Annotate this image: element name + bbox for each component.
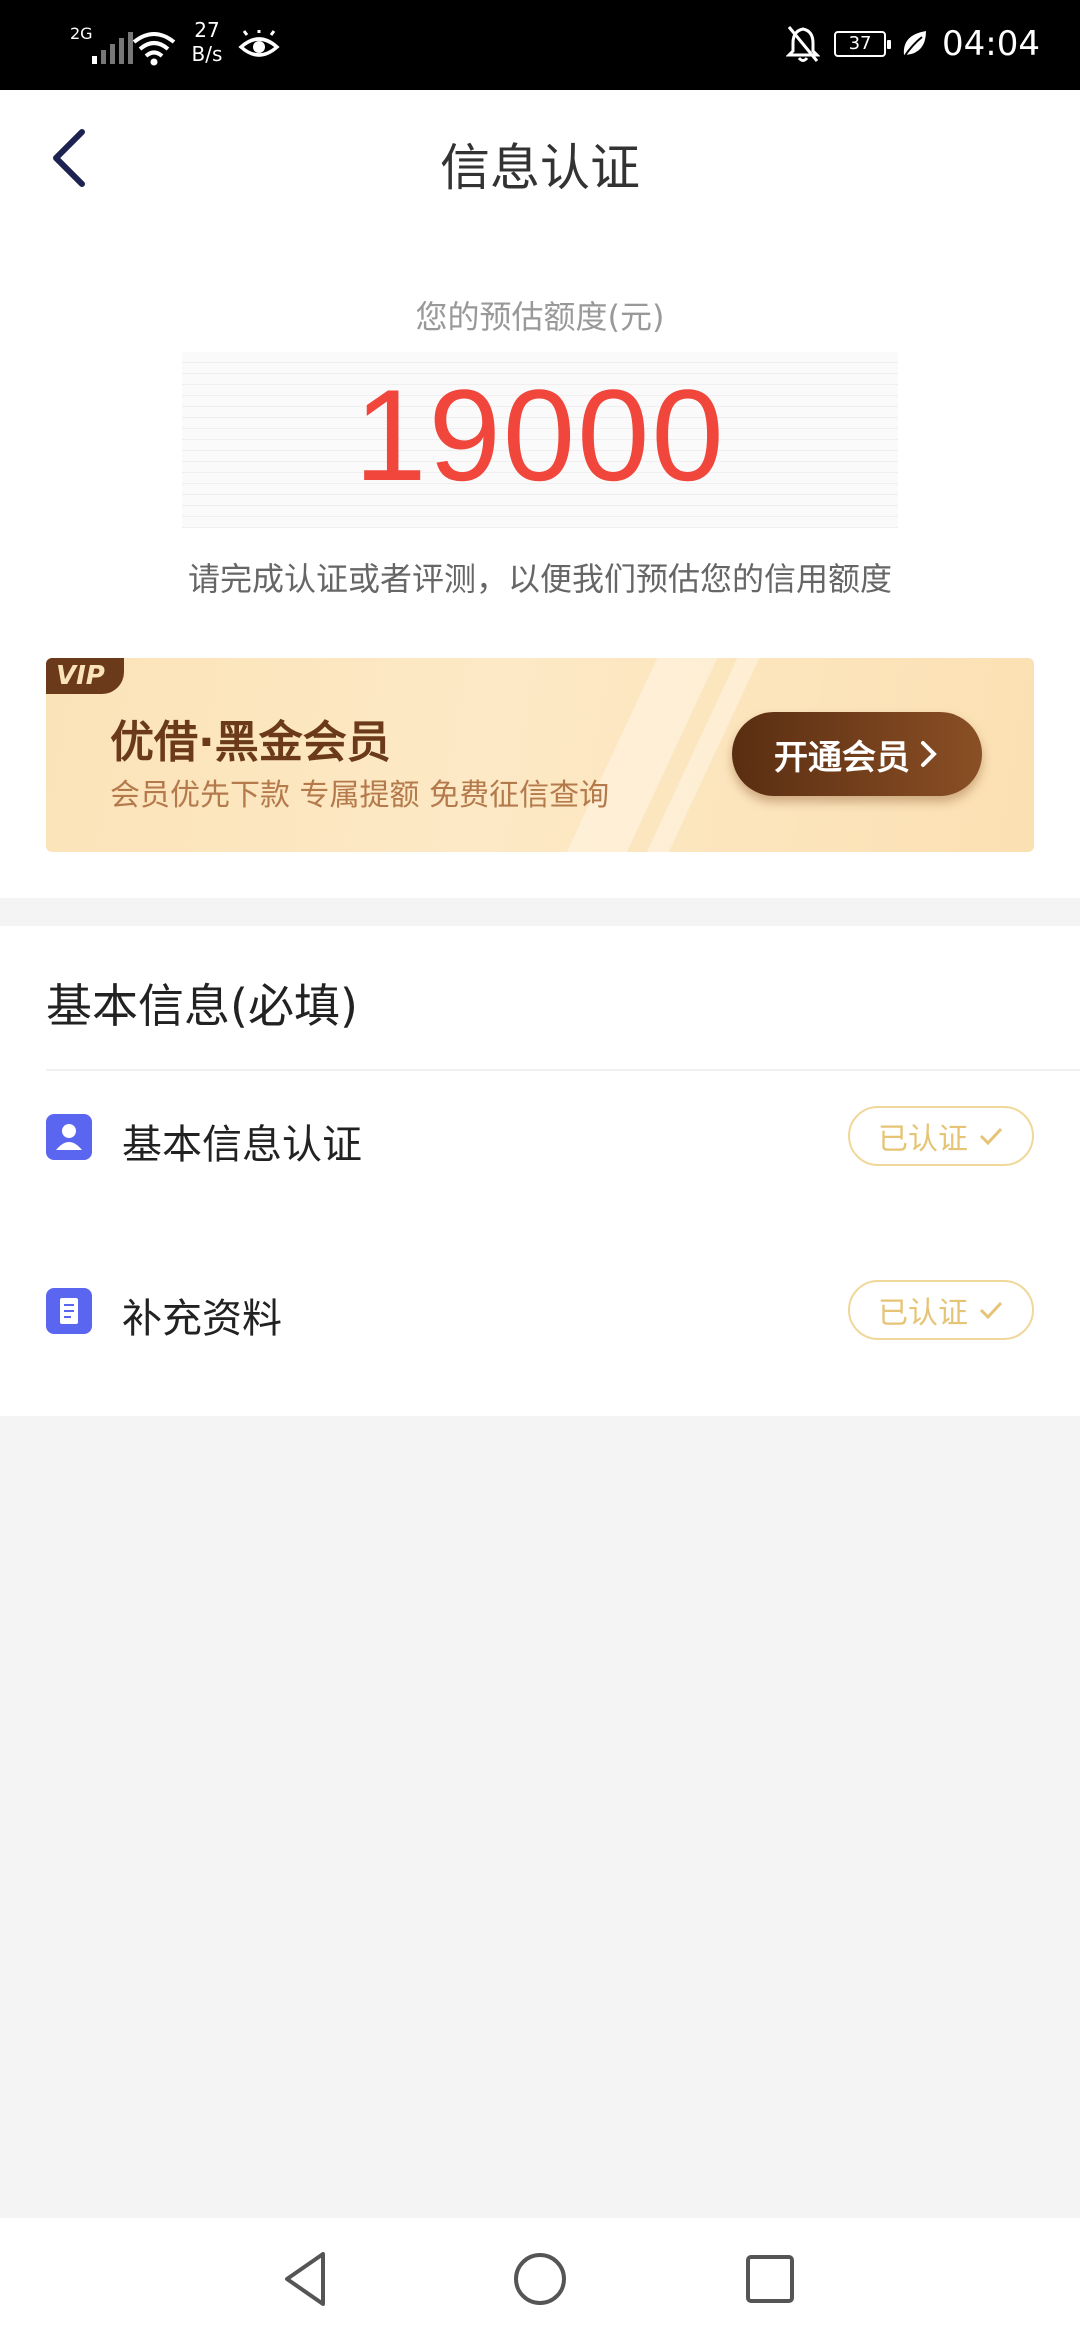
battery-icon: 37	[834, 31, 892, 57]
page-title: 信息认证	[440, 139, 640, 197]
clock: 04:04	[942, 24, 1040, 64]
verified-label: 已认证	[878, 1296, 968, 1331]
vip-title: 优借·黑金会员	[110, 717, 391, 768]
eye-icon	[238, 30, 280, 57]
nav-home-button[interactable]	[505, 2244, 575, 2314]
quota-card: 您的预估额度(元) 19000 请完成认证或者评测，以便我们预估您的信用额度 V…	[0, 230, 1080, 898]
verified-label: 已认证	[878, 1122, 968, 1157]
list-item-supplement[interactable]: 补充资料 已认证	[0, 1250, 1080, 1370]
verified-badge: 已认证	[848, 1106, 1034, 1166]
chevron-right-icon	[921, 741, 937, 767]
bell-off-icon	[786, 26, 821, 62]
quota-tip: 请完成认证或者评测，以便我们预估您的信用额度	[187, 560, 892, 598]
open-membership-button[interactable]: 开通会员	[732, 712, 982, 796]
triangle-back-icon	[285, 2252, 325, 2306]
nav-back-button[interactable]	[273, 2244, 343, 2314]
vip-subtitle: 会员优先下款 专属提额 免费征信查询	[110, 778, 610, 813]
wifi-icon	[132, 32, 176, 66]
circle-home-icon	[514, 2253, 566, 2305]
verified-badge: 已认证	[848, 1280, 1034, 1340]
document-icon	[46, 1288, 92, 1334]
list-item-label: 基本信息认证	[122, 1122, 362, 1168]
network-speed: 27 B/s	[182, 18, 232, 66]
user-icon	[46, 1114, 92, 1160]
vip-badge: VIP	[46, 658, 124, 694]
status-right: 37 04:04	[786, 22, 1040, 66]
square-recents-icon	[746, 2255, 794, 2303]
system-nav-bar	[0, 2218, 1080, 2340]
list-item-basic-info[interactable]: 基本信息认证 已认证	[0, 1076, 1080, 1196]
speed-unit: B/s	[191, 42, 223, 66]
check-icon	[979, 1301, 1003, 1320]
list-item-label: 补充资料	[122, 1296, 282, 1342]
leaf-icon	[903, 31, 927, 58]
quota-value: 19000	[354, 362, 726, 508]
check-icon	[979, 1127, 1003, 1146]
status-bar: 2G 27 B/s 37 04:04	[0, 0, 1080, 90]
app-header: 信息认证	[0, 90, 1080, 230]
nav-recents-button[interactable]	[735, 2244, 805, 2314]
open-membership-label: 开通会员	[774, 737, 910, 778]
speed-value: 27	[194, 18, 220, 42]
vip-banner[interactable]: VIP 优借·黑金会员 会员优先下款 专属提额 免费征信查询 开通会员	[46, 658, 1034, 852]
quota-label: 您的预估额度(元)	[415, 298, 665, 336]
basic-info-section: 基本信息(必填) 基本信息认证 已认证 补充资料 已认证	[0, 926, 1080, 1416]
divider	[46, 1069, 1080, 1071]
section-title: 基本信息(必填)	[46, 979, 358, 1033]
